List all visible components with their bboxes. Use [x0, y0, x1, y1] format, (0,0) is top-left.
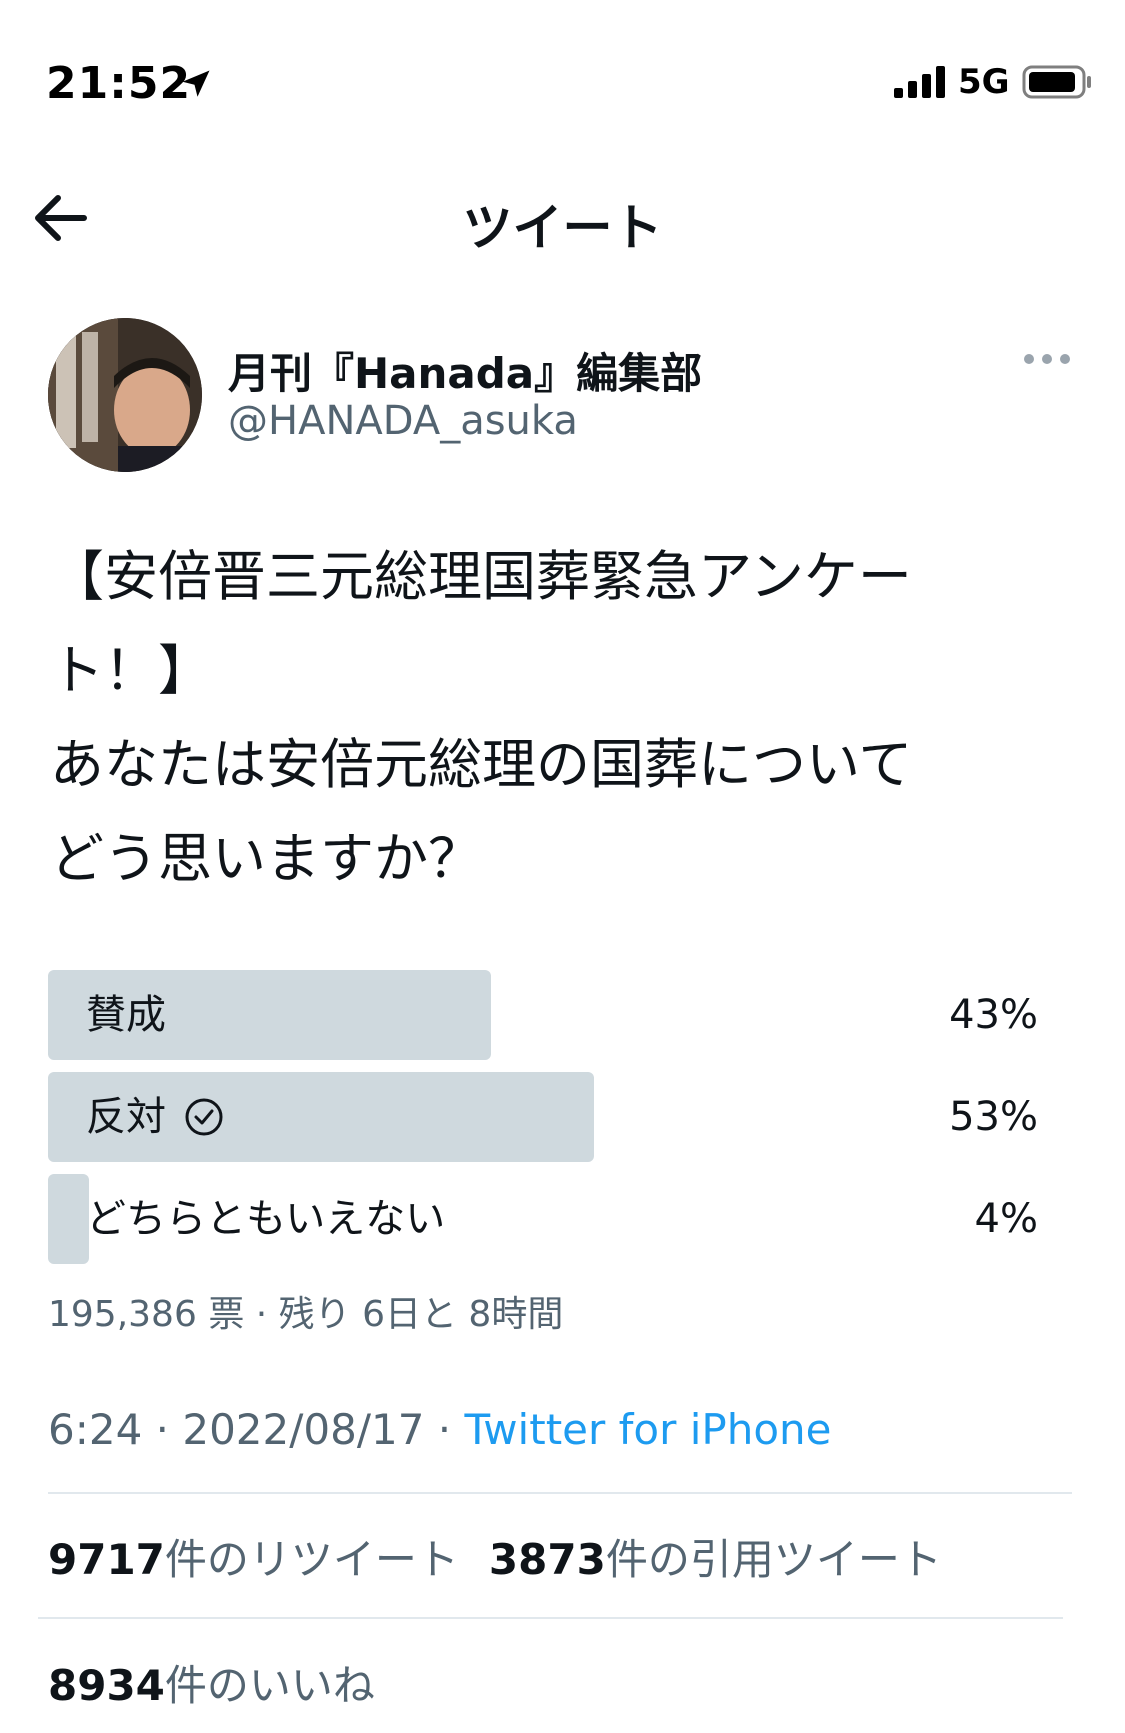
nav-header: ツイート [0, 170, 1125, 270]
divider [48, 1492, 1072, 1494]
likes-count: 8934 [48, 1661, 165, 1710]
likes-label: 件のいいね [164, 1661, 375, 1710]
engagement-stats: 9717件のリツイート 3873件の引用ツイート [48, 1526, 942, 1587]
retweets-stat[interactable]: 9717件のリツイート [48, 1535, 459, 1584]
poll-option-percent: 43% [949, 992, 1038, 1038]
author-name[interactable]: 月刊『Hanada』編集部 [228, 340, 702, 401]
battery-icon [1022, 65, 1091, 99]
author-handle[interactable]: @HANADA_asuka [228, 398, 578, 444]
more-options-icon[interactable] [1022, 352, 1072, 366]
quotes-stat[interactable]: 3873件の引用ツイート [489, 1535, 942, 1584]
poll-bar [48, 1174, 89, 1264]
divider [38, 1617, 1063, 1619]
quotes-count: 3873 [488, 1535, 606, 1584]
avatar[interactable] [48, 318, 202, 472]
poll-option-no: 反対 53% [48, 1072, 1038, 1162]
tweet-text: 【安倍晋三元総理国葬緊急アンケー ト！】 あなたは安倍元総理の国葬について どう… [50, 530, 1070, 906]
cellular-signal-icon [894, 66, 945, 98]
avatar-image-icon [48, 318, 202, 472]
tweet-text-line: あなたは安倍元総理の国葬について [50, 733, 913, 796]
network-type: 5G [958, 62, 1010, 102]
poll-option-yes: 賛成 43% [48, 970, 1038, 1060]
retweets-count: 9717 [48, 1535, 165, 1584]
tweet-timestamp: 6:24 · 2022/08/17 · Twitter for iPhone [48, 1405, 832, 1454]
poll-option-label: 賛成 [86, 992, 166, 1038]
status-time: 21:52 [46, 58, 192, 109]
poll-option-label: どちらともいえない [86, 1196, 446, 1242]
tweet-text-line: ト！】 [50, 639, 212, 702]
check-circle-icon [185, 1098, 223, 1136]
retweets-label: 件のリツイート [164, 1535, 459, 1584]
tweet-text-line: どう思いますか？ [50, 827, 482, 890]
tweet-author: 月刊『Hanada』編集部 @HANADA_asuka [48, 318, 1078, 478]
poll-meta: 195,386 票 · 残り 6日と 8時間 [48, 1294, 564, 1335]
poll-option-percent: 4% [974, 1196, 1038, 1242]
tweet-source-link[interactable]: Twitter for iPhone [465, 1405, 832, 1454]
quotes-label: 件の引用ツイート [605, 1535, 942, 1584]
status-bar: 21:52 5G [0, 0, 1125, 150]
page-title: ツイート [462, 199, 663, 257]
poll-option-neutral: どちらともいえない 4% [48, 1174, 1038, 1264]
likes-stat[interactable]: 8934件のいいね [48, 1652, 375, 1713]
location-arrow-icon [182, 70, 210, 97]
poll-option-percent: 53% [949, 1094, 1038, 1140]
poll-option-label: 反対 [86, 1072, 224, 1162]
tweet-text-line: 【安倍晋三元総理国葬緊急アンケー [50, 545, 912, 608]
timestamp-text: 6:24 · 2022/08/17 · [48, 1405, 465, 1454]
poll: 賛成 43% 反対 53% どちらともいえない 4% [48, 970, 1038, 1276]
